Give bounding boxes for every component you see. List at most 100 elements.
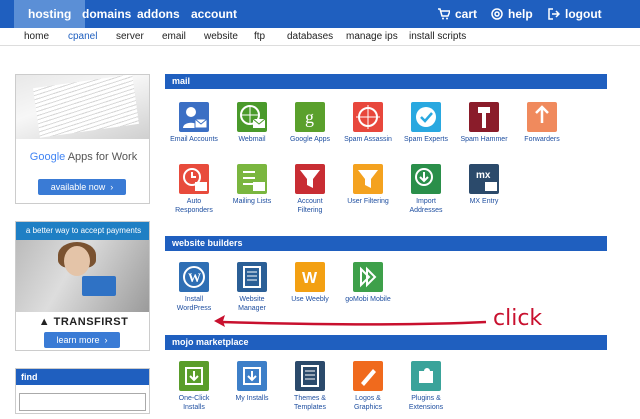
section-mail[interactable]: mail	[165, 74, 607, 89]
tile-label: Spam Hammer	[460, 136, 508, 143]
cart-label: cart	[455, 7, 478, 21]
themes-templates-icon	[295, 361, 325, 391]
help-label: help	[508, 7, 533, 21]
mailing-lists-icon	[237, 164, 267, 194]
tile-mx-entry[interactable]: mx MX Entry	[454, 164, 514, 206]
subnav-website[interactable]: website	[204, 31, 238, 42]
tile-label: MX Entry	[469, 198, 499, 205]
chevron-right-icon: ›	[107, 182, 114, 192]
tile-label: My Installs	[235, 395, 269, 402]
tile-forwarders[interactable]: Forwarders	[512, 102, 572, 144]
tile-email-accounts[interactable]: Email Accounts	[164, 102, 224, 144]
tile-one-click-installs[interactable]: One-Click Installs	[164, 361, 224, 412]
transfirst-logo-text: TRANSFIRST	[53, 316, 129, 328]
learn-more-label: learn more	[56, 335, 100, 345]
section-mojo-marketplace[interactable]: mojo marketplace	[165, 335, 607, 350]
nav-cart[interactable]: cart	[438, 0, 477, 28]
paper-stack-image	[16, 75, 149, 139]
svg-text:g: g	[305, 107, 314, 127]
subnav-install-scripts[interactable]: install scripts	[409, 31, 466, 42]
transfirst-headline: a better way to accept payments	[16, 222, 149, 240]
svg-text:W: W	[302, 270, 318, 287]
tile-label: Themes & Templates	[294, 395, 326, 411]
google-apps-promo[interactable]: Google Apps for Work available now ›	[15, 74, 150, 204]
tile-label: Email Accounts	[170, 136, 218, 143]
forwarders-icon	[527, 102, 557, 132]
subnav-ftp[interactable]: ftp	[254, 31, 265, 42]
transfirst-logo: ▲ TRANSFIRST	[16, 316, 149, 328]
nav-hosting[interactable]: hosting	[14, 0, 86, 28]
spam-hammer-icon	[469, 102, 499, 132]
svg-text:W: W	[188, 270, 201, 285]
annotation-arrow-icon	[214, 315, 487, 327]
chevron-right-icon: ›	[102, 335, 108, 345]
tile-user-filtering[interactable]: User Filtering	[338, 164, 398, 206]
tile-plugins-extensions[interactable]: Plugins & Extensions	[396, 361, 456, 412]
auto-responders-icon	[179, 164, 209, 194]
logos-graphics-icon	[353, 361, 383, 391]
svg-text:mx: mx	[476, 170, 491, 181]
tile-label: User Filtering	[347, 198, 389, 205]
mx-entry-icon: mx	[469, 164, 499, 194]
tile-google-apps[interactable]: g Google Apps	[280, 102, 340, 144]
nav-logout[interactable]: logout	[548, 0, 602, 28]
tile-auto-responders[interactable]: Auto Responders	[164, 164, 224, 215]
tile-label: Webmail	[238, 136, 266, 143]
logout-icon	[548, 8, 560, 20]
google-apps-suffix: Apps for Work	[67, 151, 138, 163]
find-title: find	[16, 369, 149, 385]
tile-import-addresses[interactable]: Import Addresses	[396, 164, 456, 215]
top-nav: hosting domains addons account cart help…	[0, 0, 640, 28]
tile-themes-templates[interactable]: Themes & Templates	[280, 361, 340, 412]
google-apps-icon: g	[295, 102, 325, 132]
website-manager-icon	[237, 262, 267, 292]
tile-spam-hammer[interactable]: Spam Hammer	[454, 102, 514, 144]
subnav-databases[interactable]: databases	[287, 31, 333, 42]
nav-addons[interactable]: addons	[137, 0, 180, 28]
tile-spam-assassin[interactable]: Spam Assassin	[338, 102, 398, 144]
tile-label: Account Filtering	[297, 198, 323, 214]
spam-experts-icon	[411, 102, 441, 132]
tile-label: Google Apps	[289, 136, 331, 143]
tile-gomobi-mobile[interactable]: goMobi Mobile	[338, 262, 398, 304]
subnav-cpanel[interactable]: cpanel	[68, 31, 97, 42]
section-website-builders[interactable]: website builders	[165, 236, 607, 251]
transfirst-mark-icon: ▲	[38, 316, 51, 328]
tile-use-weebly[interactable]: W Use Weebly	[280, 262, 340, 304]
tile-logos-graphics[interactable]: Logos & Graphics	[338, 361, 398, 412]
find-input[interactable]	[19, 393, 146, 411]
tile-my-installs[interactable]: My Installs	[222, 361, 282, 403]
tile-label: Spam Experts	[404, 136, 448, 143]
nav-account[interactable]: account	[191, 0, 237, 28]
webmail-icon	[237, 102, 267, 132]
subnav-server[interactable]: server	[116, 31, 144, 42]
weebly-icon: W	[295, 262, 325, 292]
plugins-extensions-icon	[411, 361, 441, 391]
subnav-home[interactable]: home	[24, 31, 49, 42]
tile-label: Auto Responders	[175, 198, 213, 214]
learn-more-button[interactable]: learn more ›	[44, 332, 120, 348]
sub-nav: home cpanel server email website ftp dat…	[0, 28, 640, 46]
tile-mailing-lists[interactable]: Mailing Lists	[222, 164, 282, 206]
gomobi-icon	[353, 262, 383, 292]
spam-assassin-icon	[353, 102, 383, 132]
nav-help[interactable]: help	[491, 0, 533, 28]
nav-domains[interactable]: domains	[82, 0, 131, 28]
email-accounts-icon	[179, 102, 209, 132]
help-icon	[491, 8, 503, 20]
tile-spam-experts[interactable]: Spam Experts	[396, 102, 456, 144]
available-now-button[interactable]: available now ›	[38, 179, 126, 195]
tile-account-filtering[interactable]: Account Filtering	[280, 164, 340, 215]
tile-webmail[interactable]: Webmail	[222, 102, 282, 144]
wordpress-icon: W	[179, 262, 209, 292]
tile-label: Forwarders	[524, 136, 560, 143]
subnav-manage-ips[interactable]: manage ips	[346, 31, 398, 42]
transfirst-promo[interactable]: a better way to accept payments ▲ TRANSF…	[15, 221, 150, 351]
one-click-installs-icon	[179, 361, 209, 391]
tile-label: One-Click Installs	[178, 395, 210, 411]
available-now-label: available now	[50, 182, 106, 192]
subnav-email[interactable]: email	[162, 31, 186, 42]
logout-label: logout	[565, 7, 602, 21]
woman-with-card-image	[16, 240, 149, 312]
tile-label: Import Addresses	[409, 198, 443, 214]
